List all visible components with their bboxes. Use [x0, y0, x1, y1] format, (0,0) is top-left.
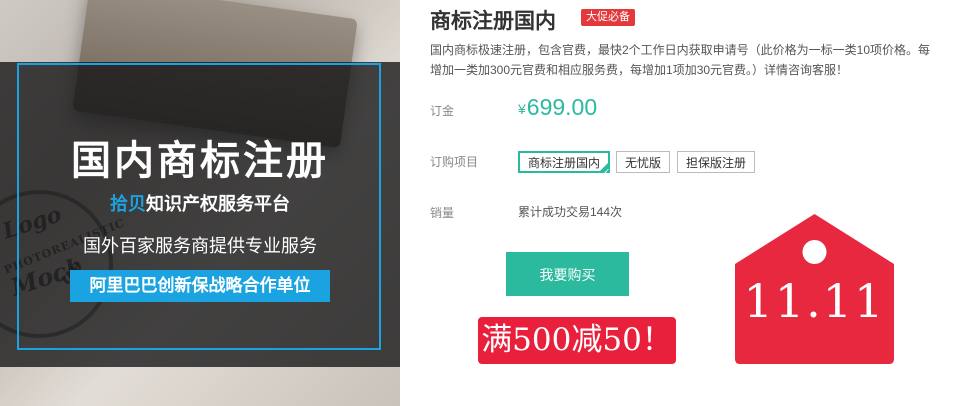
event-tag-text: 11.11	[743, 274, 886, 328]
option-domestic-registration[interactable]: 商标注册国内	[518, 151, 611, 182]
product-title: 商标注册国内	[430, 10, 556, 33]
option-label: 无忧版	[625, 156, 662, 170]
banner-subtitle-rest: 知识产权服务平台	[146, 194, 290, 214]
banner-subtitle: 拾贝知识产权服务平台	[0, 190, 400, 216]
buy-now-button[interactable]: 我要购买	[506, 252, 629, 296]
coupon-banner[interactable]: 满500减50！	[478, 317, 676, 364]
currency-symbol: ¥	[518, 101, 526, 117]
option-worry-free[interactable]: 无忧版	[616, 151, 671, 173]
promo-badge: 大促必备	[581, 9, 635, 26]
banner-title: 国内商标注册	[71, 139, 329, 183]
sales-label: 销量	[430, 206, 455, 220]
options-label: 订购项目	[430, 155, 479, 169]
banner-subtitle-brand: 拾贝	[110, 194, 146, 214]
price-amount: 699.00	[526, 94, 598, 120]
banner-partner-bar: 阿里巴巴创新保战略合作单位	[70, 270, 330, 302]
double-eleven-tag: 11.11	[733, 212, 896, 365]
price-label: 订金	[430, 104, 455, 118]
option-label: 担保版注册	[686, 156, 747, 170]
banner-tagline: 国外百家服务商提供专业服务	[83, 236, 317, 256]
product-description: 国内商标极速注册，包含官费，最快2个工作日内获取申请号（此价格为一标一类10项价…	[430, 43, 931, 77]
option-label: 商标注册国内	[528, 156, 601, 170]
sales-count: 累计成功交易144次	[518, 205, 623, 219]
product-banner-image: Logo Mock up PHOTOREALISTIC 国内商标注册 拾贝知识产…	[0, 0, 400, 406]
price-value: ¥699.00	[518, 94, 597, 121]
selected-check-icon	[598, 161, 611, 182]
option-guaranteed[interactable]: 担保版注册	[677, 151, 756, 173]
